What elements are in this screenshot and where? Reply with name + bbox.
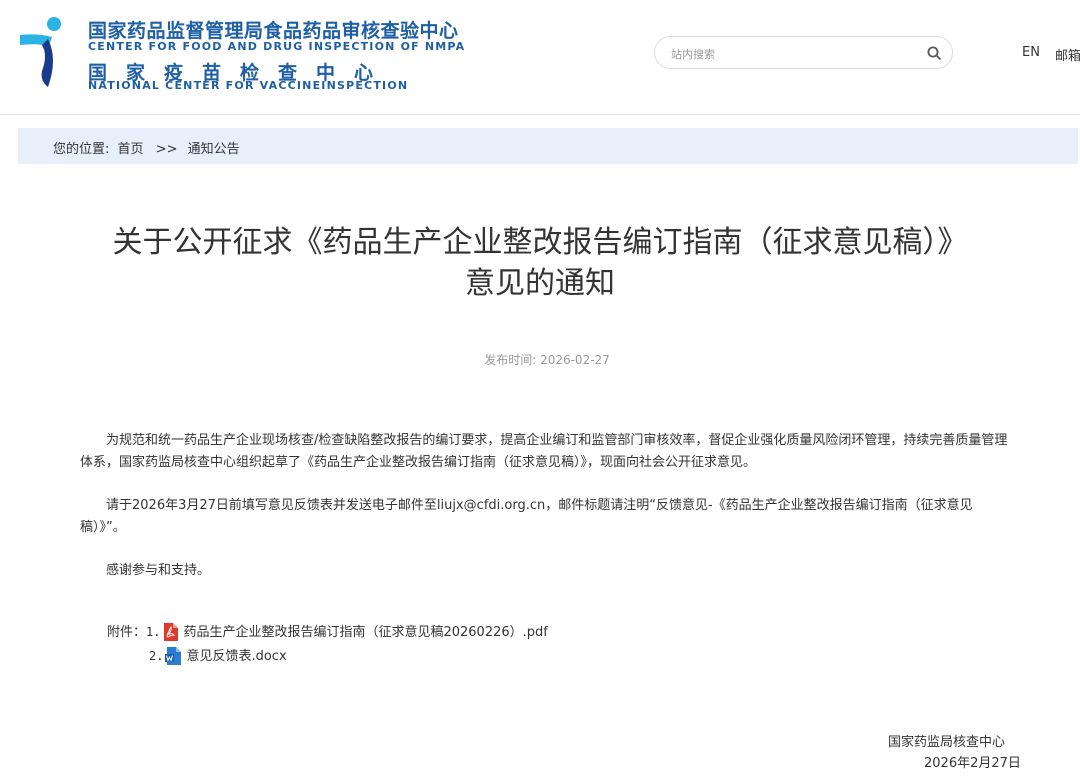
word-file-icon [165, 646, 182, 665]
breadcrumb-home[interactable]: 首页 [118, 142, 144, 157]
attachment-item-1: 附件：1. 药品生产企业整改报告编订指南（征求意见稿20260226）.pdf [107, 621, 548, 642]
attachment-number: 2. [149, 649, 164, 663]
attachment-link-docx[interactable]: 意见反馈表.docx [186, 649, 286, 664]
breadcrumb-path: 您的位置: 首页 >> 通知公告 [53, 138, 244, 157]
attachment-link-pdf[interactable]: 药品生产企业整改报告编订指南（征求意见稿20260226）.pdf [183, 625, 547, 640]
breadcrumb: 您的位置: 首页 >> 通知公告 [18, 128, 1078, 164]
logo-title-en: CENTER FOR FOOD AND DRUG INSPECTION OF N… [88, 40, 466, 53]
mail-link[interactable]: 邮箱 [1055, 45, 1080, 64]
language-link[interactable]: EN [1022, 45, 1040, 60]
paragraph: 为规范和统一药品生产企业现场核查/检查缺陷整改报告的编订要求，提高企业编订和监管… [80, 433, 1008, 470]
logo-title-cn: 国家药品监督管理局食品药品审核查验中心 [88, 20, 459, 42]
paragraph: 感谢参与和支持。 [106, 563, 211, 578]
page-title: 关于公开征求《药品生产企业整改报告编订指南（征求意见稿）》 意见的通知 [40, 222, 1040, 304]
search-input[interactable] [669, 45, 913, 63]
pdf-file-icon [164, 622, 179, 641]
publish-label: 发布时间: [484, 353, 537, 367]
logo-subtitle-en: NATIONAL CENTER FOR VACCINEINSPECTION [88, 79, 409, 92]
search-box [654, 36, 953, 69]
logo-icon[interactable] [18, 15, 68, 89]
attachment-item-2: 2. 意见反馈表.docx [149, 645, 287, 666]
breadcrumb-label: 您的位置: [53, 142, 110, 157]
attachment-number: 1. [146, 625, 161, 639]
breadcrumb-current[interactable]: 通知公告 [188, 142, 240, 157]
paragraph: 请于2026年3月27日前填写意见反馈表并发送电子邮件至liujx@cfdi.o… [80, 498, 973, 535]
signature-date: 2026年2月27日 [924, 756, 1021, 771]
signature-organization: 国家药监局核查中心 [888, 735, 1006, 750]
search-icon[interactable] [926, 45, 942, 61]
attachments-label: 附件： [107, 625, 147, 640]
title-line-2: 意见的通知 [465, 266, 615, 301]
publish-info: 发布时间: 2026-02-27 [0, 351, 1080, 368]
title-line-1: 关于公开征求《药品生产企业整改报告编订指南（征求意见稿）》 [112, 225, 968, 260]
article-body: 为规范和统一药品生产企业现场核查/检查缺陷整改报告的编订要求，提高企业编订和监管… [80, 430, 1008, 603]
breadcrumb-separator: >> [155, 142, 178, 157]
site-header: 国家药品监督管理局食品药品审核查验中心 CENTER FOR FOOD AND … [0, 0, 1080, 115]
publish-date: 2026-02-27 [540, 353, 610, 367]
